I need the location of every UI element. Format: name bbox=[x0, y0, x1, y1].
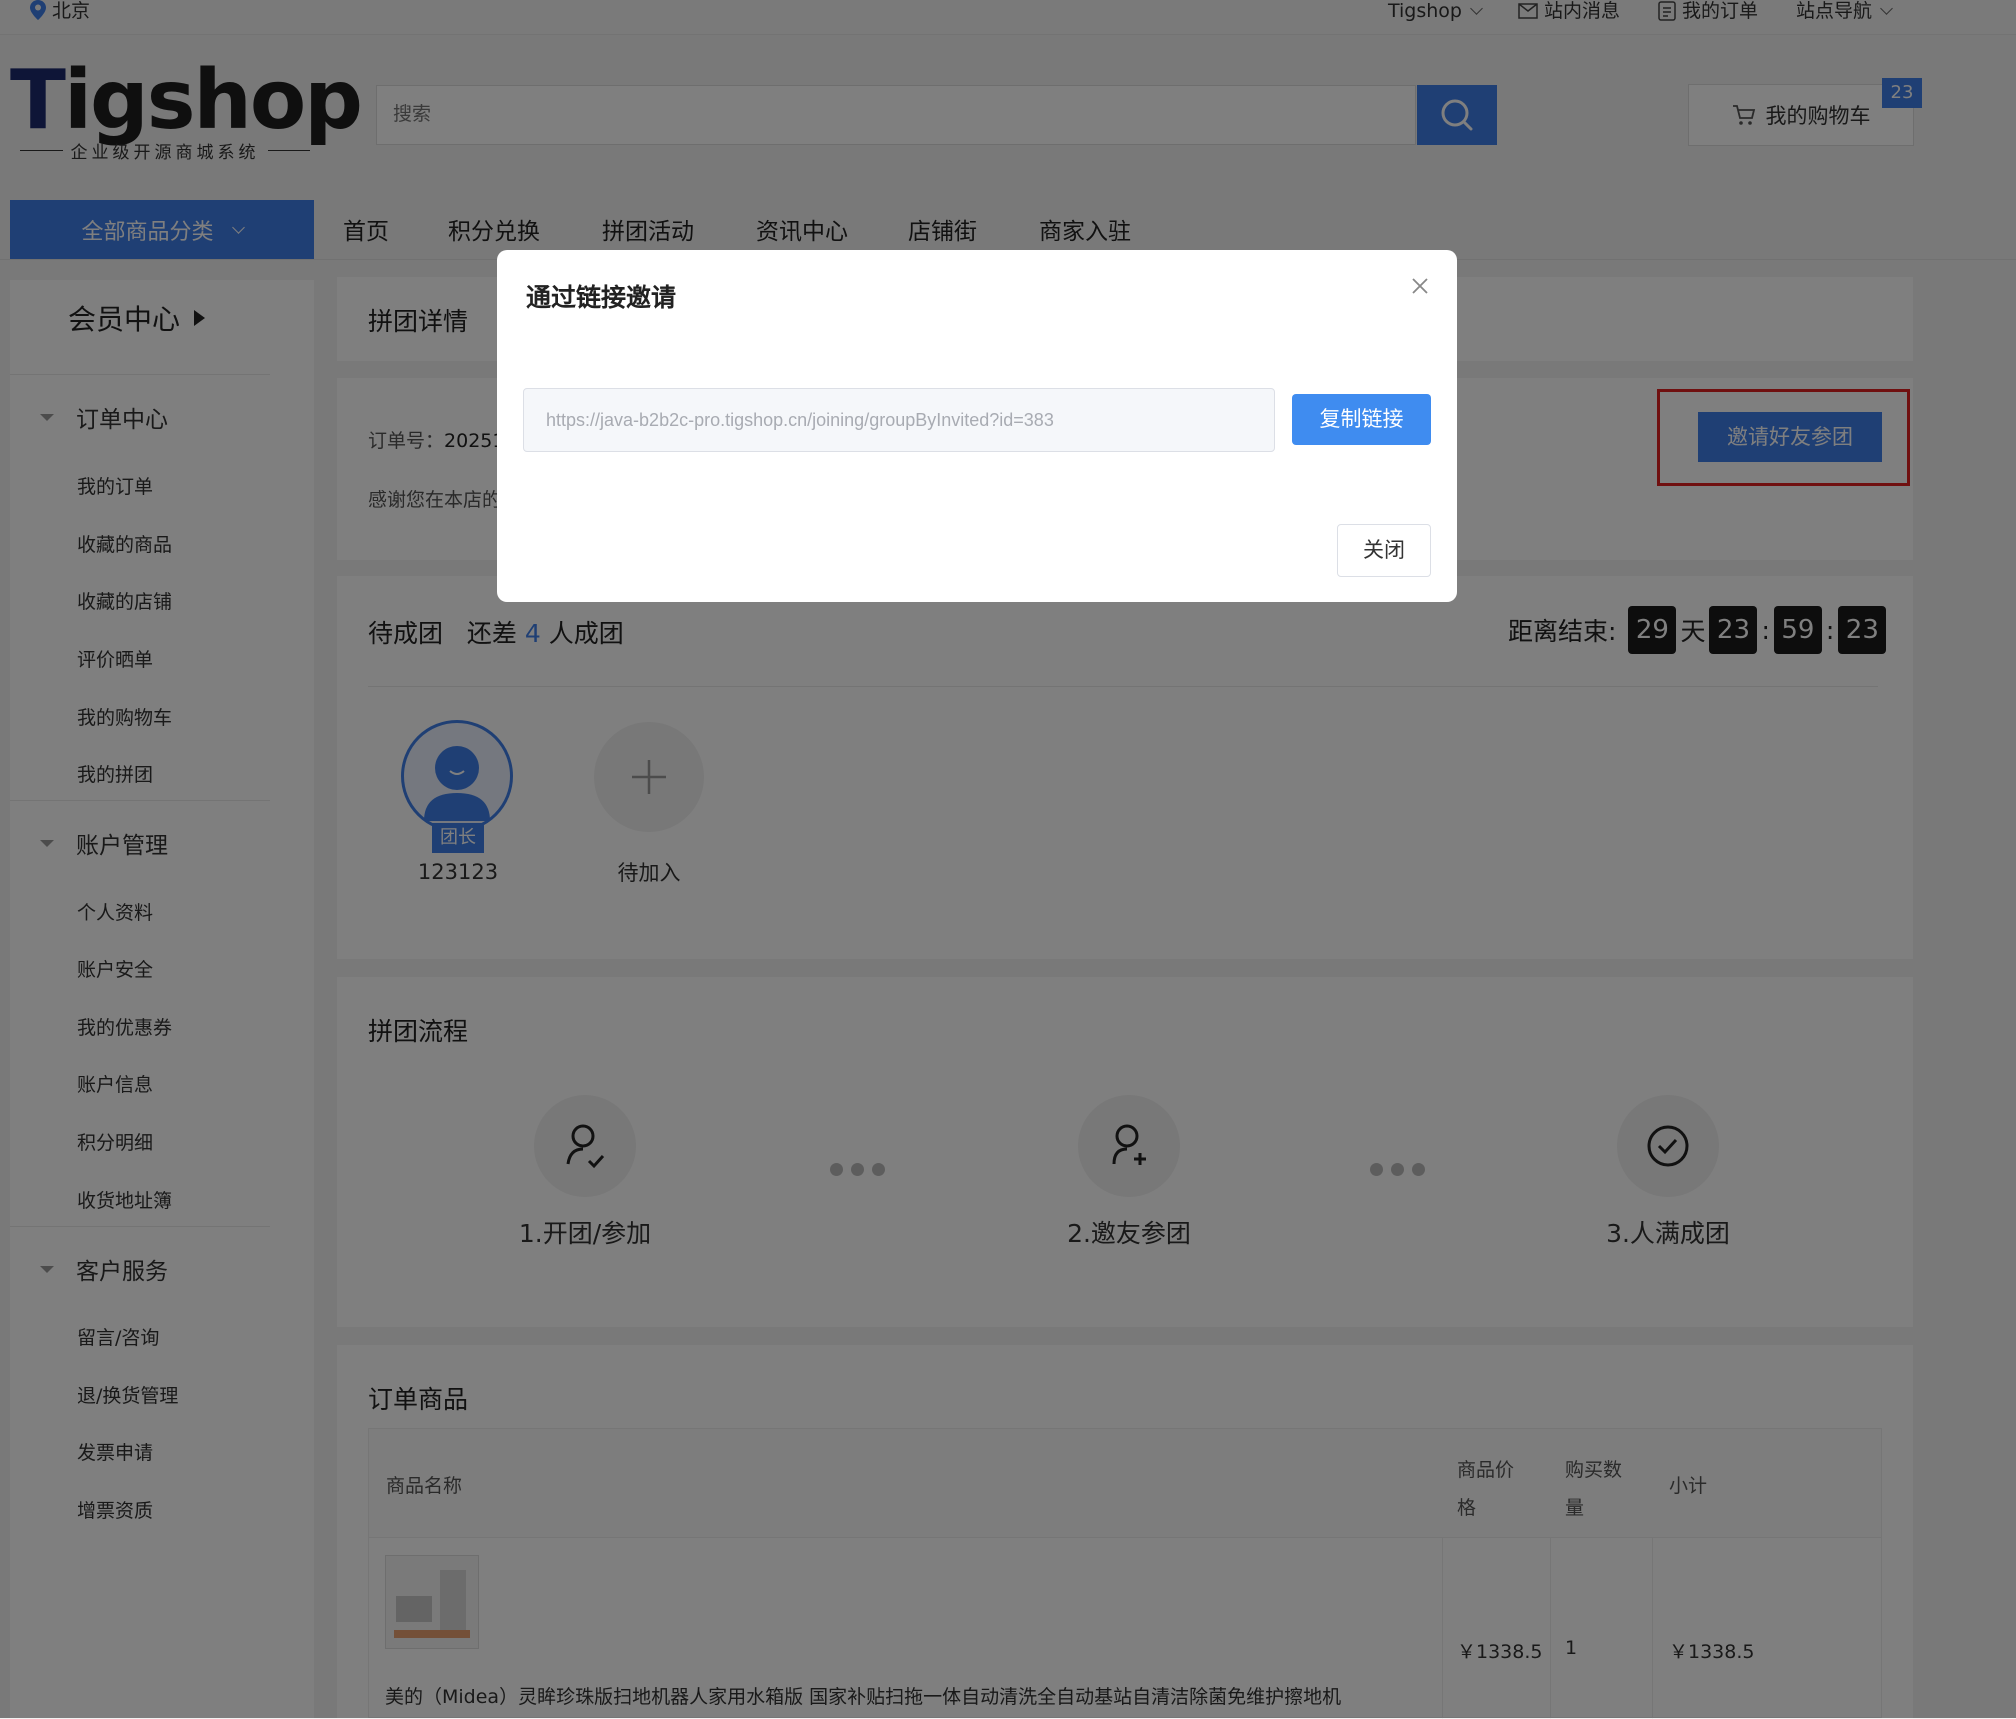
close-button[interactable]: 关闭 bbox=[1337, 524, 1431, 577]
modal-close-button[interactable] bbox=[1408, 274, 1432, 298]
close-icon bbox=[1412, 278, 1428, 294]
modal-title: 通过链接邀请 bbox=[526, 283, 677, 312]
invite-link-field[interactable] bbox=[523, 388, 1275, 452]
copy-link-button[interactable]: 复制链接 bbox=[1292, 394, 1431, 445]
